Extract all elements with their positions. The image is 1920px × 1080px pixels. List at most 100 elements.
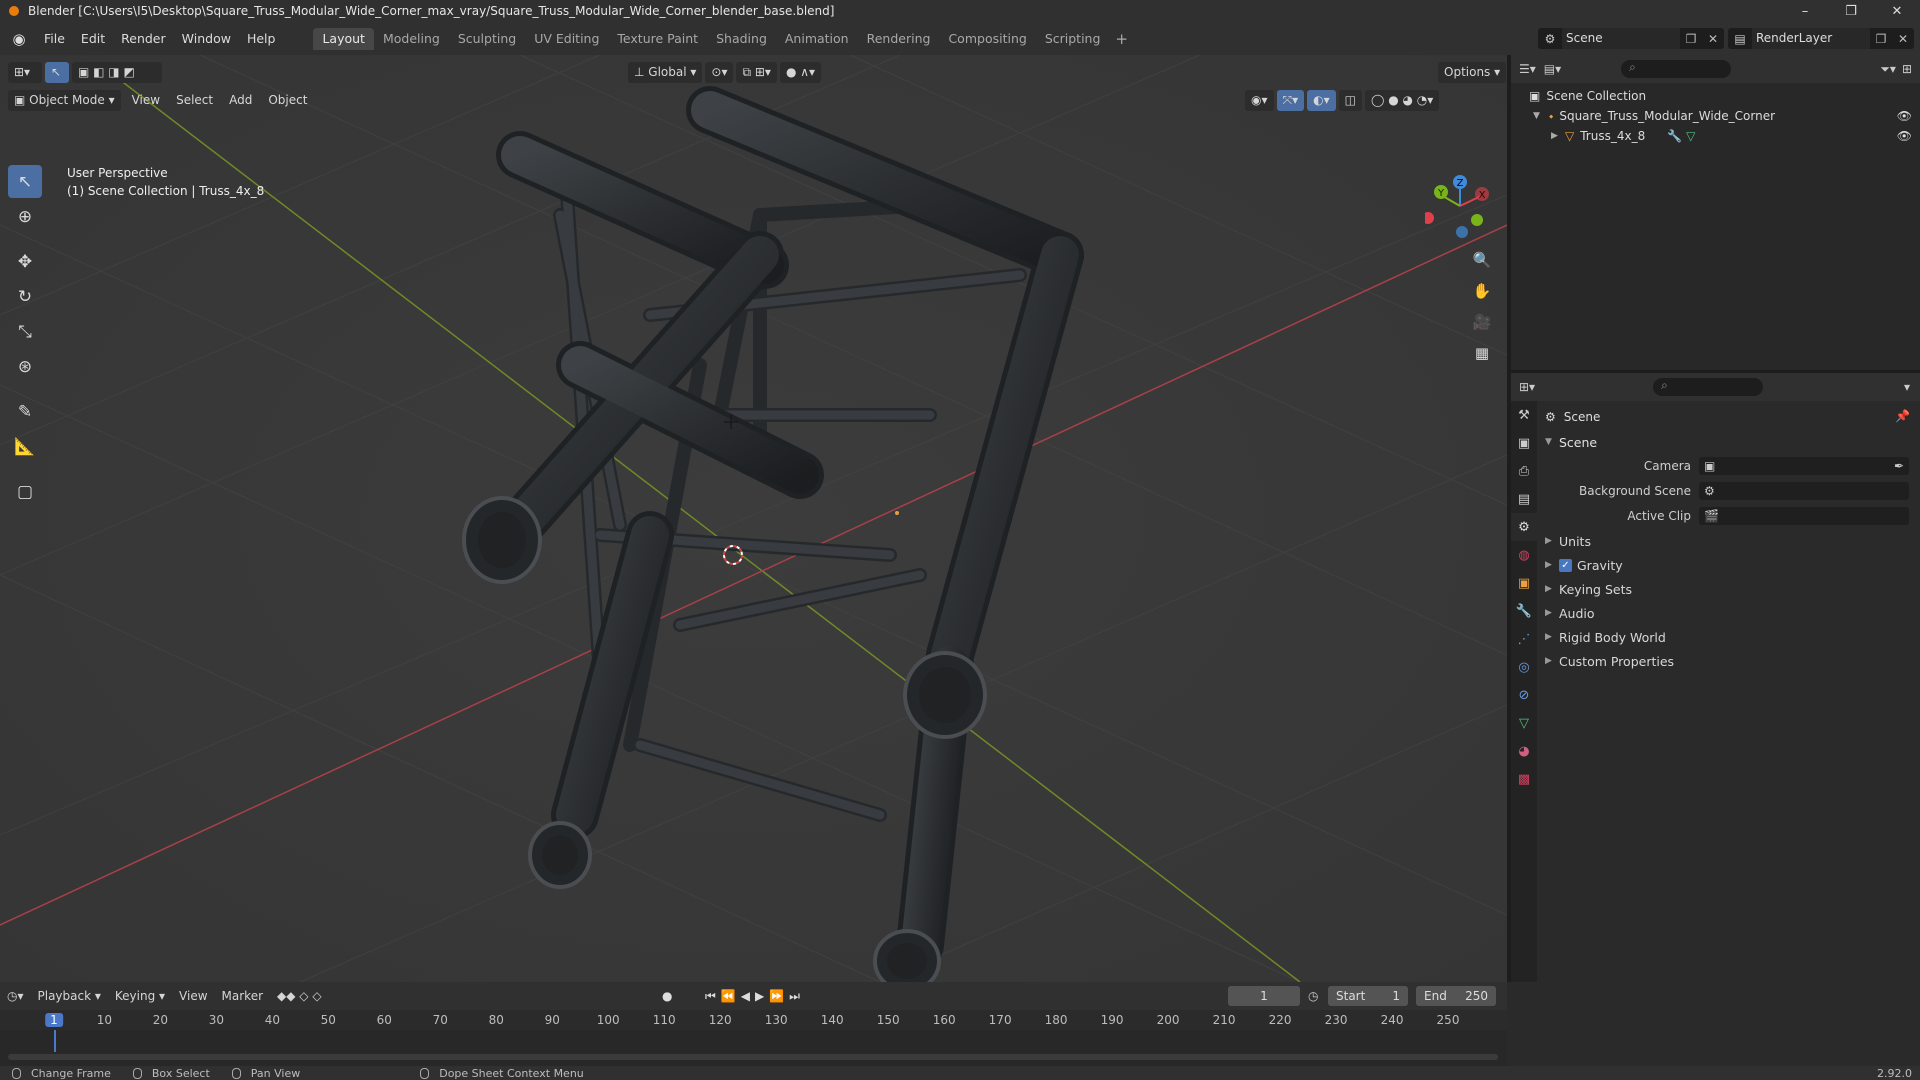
zoom-view-icon[interactable]: 🔍 [1467,245,1497,275]
delete-scene-icon[interactable]: ✕ [1702,32,1724,46]
expand-arrow-icon[interactable]: ▼ [1533,111,1549,121]
constraints-tab-icon[interactable]: ⊘ [1511,681,1537,709]
scene-name[interactable]: Scene [1562,28,1680,49]
data-tab-icon[interactable]: ▽ [1511,709,1537,737]
tool-tab-icon[interactable]: ⚒ [1511,401,1537,429]
camera-view-icon[interactable]: 🎥 [1467,307,1497,337]
cursor-tool-icon[interactable]: ⊕ [8,200,42,233]
copy-scene-icon[interactable]: ❐ [1680,32,1702,46]
options-dropdown[interactable]: Options ▾ [1438,61,1507,83]
particles-tab-icon[interactable]: ⋰ [1511,625,1537,653]
view-layer-name[interactable]: RenderLayer [1752,28,1870,49]
scene-panel-header[interactable]: ▼ Scene [1545,432,1597,452]
transform-tool-icon[interactable]: ⊛ [8,350,42,383]
audio-panel[interactable]: ▶ Audio [1545,603,1595,623]
playback-controls[interactable]: ⏮⏪◀▶⏩⏭ [705,989,805,1004]
scene-selector[interactable]: ⚙ Scene ❐ ✕ [1538,28,1724,49]
timeline-menu-marker[interactable]: Marker [215,989,270,1003]
expand-arrow-icon[interactable]: ▶ [1551,131,1565,141]
object-mode-dropdown[interactable]: ▣ Object Mode ▾ [8,89,121,111]
timeline-scrollbar[interactable] [8,1054,1498,1060]
move-tool-icon[interactable]: ✥ [8,245,42,278]
outliner-search-input[interactable]: ⌕ [1621,60,1732,78]
keyframe-buttons[interactable]: ◆◆ ◇ ◇ [270,989,329,1003]
tab-sculpting[interactable]: Sculpting [449,28,525,50]
rigid-body-world-panel[interactable]: ▶ Rigid Body World [1545,627,1666,647]
world-tab-icon[interactable]: ◍ [1511,541,1537,569]
custom-properties-panel[interactable]: ▶ Custom Properties [1545,651,1674,671]
add-workspace-button[interactable]: + [1109,30,1134,48]
physics-tab-icon[interactable]: ◎ [1511,653,1537,681]
render-tab-icon[interactable]: ▣ [1511,429,1537,457]
selection-mode-buttons[interactable]: ▣ ◧ ◨ ◩ [72,61,162,83]
background-scene-field[interactable]: ⚙ [1699,482,1909,500]
outliner-row-object[interactable]: ▶ ▽ Truss_4x_8 🔧 ▽ 👁 [1511,126,1920,146]
scene-tab-icon[interactable]: ⚙ [1511,513,1537,541]
tab-rendering[interactable]: Rendering [858,28,940,50]
pan-view-icon[interactable]: ✋ [1467,276,1497,306]
snap-toggle[interactable]: ⧉ ⊞▾ [736,61,777,83]
visibility-eye-icon[interactable]: 👁 [1897,129,1912,143]
timeline-track-area[interactable] [0,1030,1507,1066]
timeline-menu-view[interactable]: View [172,989,214,1003]
end-frame-field[interactable]: End 250 [1416,986,1496,1006]
viewport-menu-view[interactable]: View [124,93,168,107]
viewport-menu-add[interactable]: Add [221,93,260,107]
current-frame-field[interactable]: 1 [1228,986,1300,1006]
outliner-row-scene-collection[interactable]: ▣ Scene Collection [1511,86,1920,106]
outliner-editor-type-icon[interactable]: ☰▾ [1511,62,1544,76]
tab-compositing[interactable]: Compositing [939,28,1035,50]
viewport-menu-select[interactable]: Select [168,93,221,107]
shading-modes[interactable]: ◯ ● ◕ ◔▾ [1364,89,1440,111]
modifier-tab-icon[interactable]: 🔧 [1511,597,1537,625]
pivot-point-dropdown[interactable]: ⊙▾ [705,61,734,83]
gravity-panel[interactable]: ▶ ✓ Gravity [1545,555,1623,575]
properties-options-icon[interactable]: ▾ [1904,380,1920,394]
pin-icon[interactable]: 📌 [1895,409,1910,423]
properties-search-input[interactable]: ⌕ [1653,378,1764,396]
outliner-row-collection[interactable]: ▼ ⬩ Square_Truss_Modular_Wide_Corner 👁 [1511,106,1920,126]
timeline-menu-keying[interactable]: Keying ▾ [108,989,172,1003]
active-clip-field[interactable]: 🎬 [1699,507,1909,525]
tab-texture-paint[interactable]: Texture Paint [608,28,707,50]
new-collection-icon[interactable]: ⊞ [1902,62,1920,76]
tab-scripting[interactable]: Scripting [1036,28,1110,50]
tab-layout[interactable]: Layout [313,27,374,50]
eyedropper-icon[interactable]: ✒ [1894,459,1904,473]
start-frame-field[interactable]: Start 1 [1328,986,1408,1006]
blender-menu-icon[interactable]: ◉ [8,28,30,50]
tab-uv-editing[interactable]: UV Editing [525,28,608,50]
visibility-dropdown[interactable]: ◉▾ [1245,89,1274,111]
overlay-toggle[interactable]: ◐▾ [1307,89,1336,111]
output-tab-icon[interactable]: ⎙ [1511,457,1537,485]
annotate-tool-icon[interactable]: ✎ [8,395,42,428]
add-cube-tool-icon[interactable]: ▢ [8,475,42,508]
editor-type-button[interactable]: ⊞▾ [8,61,42,83]
camera-field[interactable]: ▣ ✒ [1699,457,1909,475]
preview-range-icon[interactable]: ◷ [1308,989,1318,1003]
timeline-menu-playback[interactable]: Playback ▾ [31,989,108,1003]
maximize-button[interactable]: ❐ [1828,0,1874,22]
menu-file[interactable]: File [36,28,73,50]
menu-render[interactable]: Render [113,28,174,50]
object-tab-icon[interactable]: ▣ [1511,569,1537,597]
navigation-gizmo[interactable]: Z X Y [1425,170,1495,240]
perspective-toggle-icon[interactable]: ▦ [1467,338,1497,368]
filter-icon[interactable]: ⏷▾ [1880,62,1902,77]
view-layer-tab-icon[interactable]: ▤ [1511,485,1537,513]
auto-keying-icon[interactable]: ● [662,989,672,1003]
gizmo-toggle[interactable]: ⤧▾ [1276,89,1305,111]
viewport-menu-object[interactable]: Object [260,93,315,107]
view-layer-selector[interactable]: ▤ RenderLayer ❐ ✕ [1728,28,1914,49]
delete-view-layer-icon[interactable]: ✕ [1892,32,1914,46]
rotate-tool-icon[interactable]: ↻ [8,280,42,313]
tab-animation[interactable]: Animation [776,28,858,50]
copy-view-layer-icon[interactable]: ❐ [1870,32,1892,46]
properties-editor-type-icon[interactable]: ⊞▾ [1511,380,1543,394]
menu-edit[interactable]: Edit [73,28,113,50]
3d-viewport[interactable]: ⊞▾ ↖ ▣ ◧ ◨ ◩ ⊥ Global ▾ ⊙▾ ⧉ ⊞▾ ● ∧▾ Opt… [0,55,1507,982]
keying-sets-panel[interactable]: ▶ Keying Sets [1545,579,1632,599]
units-panel[interactable]: ▶ Units [1545,531,1591,551]
transform-orientation-dropdown[interactable]: ⊥ Global ▾ [628,61,703,83]
select-box-tool-icon[interactable]: ↖ [8,165,42,198]
